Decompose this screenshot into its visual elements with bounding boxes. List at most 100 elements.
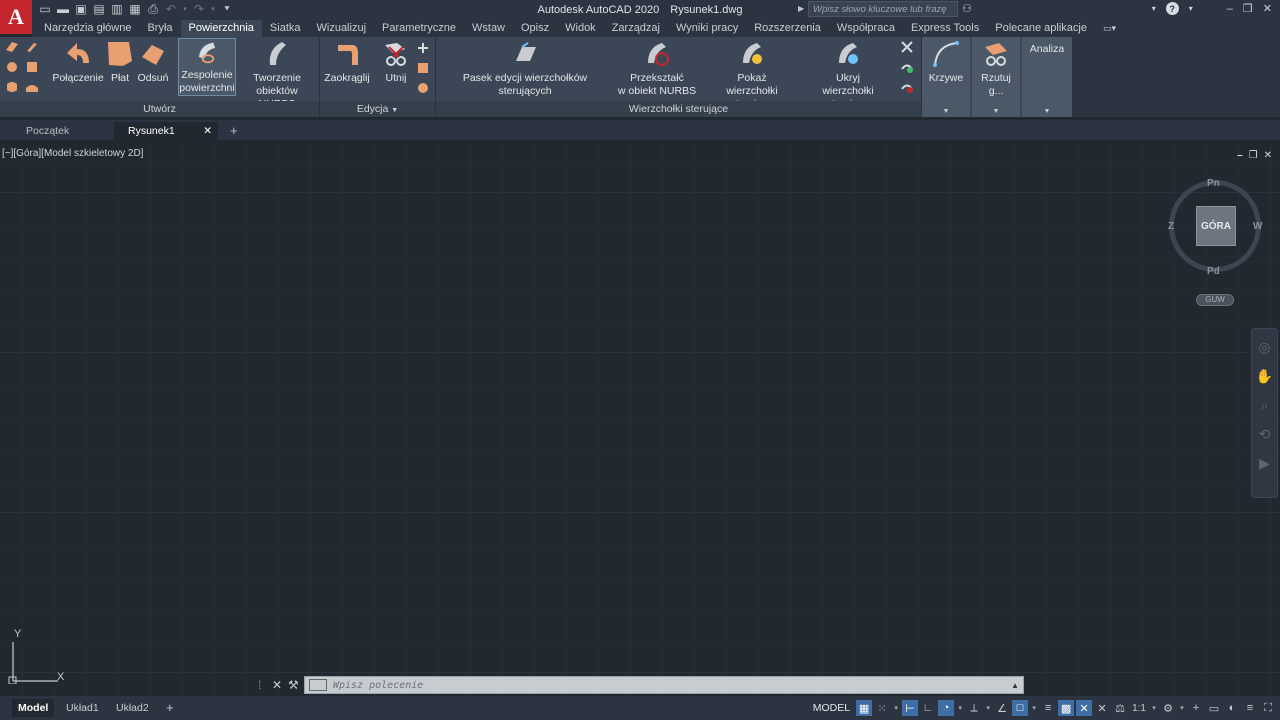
command-line-close-icon[interactable]: ✕ (272, 678, 288, 692)
tab-insert[interactable]: Wstaw (464, 20, 513, 37)
panel-create-title[interactable]: Utwórz (0, 101, 319, 117)
tab-collaborate[interactable]: Współpraca (829, 20, 903, 37)
model-space-toggle[interactable]: MODEL (813, 702, 850, 714)
analysis-label[interactable]: Analiza (1022, 43, 1072, 55)
steering-wheel-icon[interactable]: ◎ (1258, 339, 1270, 356)
viewport-controls[interactable]: [−][Góra][Model szkieletowy 2D] (2, 148, 143, 159)
user-menu-icon[interactable]: ▾ (1152, 4, 1156, 13)
loft-surface-icon[interactable] (25, 60, 39, 74)
surface-blend-button[interactable]: Zespolenie powierzchni (178, 38, 236, 96)
ortho-icon[interactable]: ∟ (920, 700, 936, 716)
convert-to-nurbs-button[interactable]: Przekształć w obiekt NURBS (616, 39, 698, 98)
tab-output[interactable]: Wyniki pracy (668, 20, 746, 37)
command-prompt-icon[interactable] (309, 679, 327, 691)
add-cv-icon[interactable] (900, 60, 914, 74)
sweep-surface-icon[interactable] (25, 80, 39, 94)
annotation-scale-value[interactable]: 1:1 (1130, 703, 1148, 714)
viewcube-top-face[interactable]: GÓRA (1196, 206, 1236, 246)
extrude-surface-icon[interactable] (5, 60, 19, 74)
open-file-icon[interactable]: ▬ (56, 2, 70, 16)
tab-annotate[interactable]: Opisz (513, 20, 557, 37)
scale-dropdown-icon[interactable]: ▾ (1150, 704, 1158, 712)
project-expand-icon[interactable]: ▼ (972, 108, 1020, 115)
tab-visualize[interactable]: Wizualizuj (309, 20, 375, 37)
undo-icon[interactable]: ↶ (164, 2, 178, 16)
snap-dropdown-icon[interactable]: ▾ (892, 704, 900, 712)
offset-button[interactable]: Odsuń (136, 39, 170, 85)
analysis-expand-icon[interactable]: ▼ (1022, 108, 1072, 115)
connection-button[interactable]: Połączenie (52, 39, 104, 85)
command-line-customize-icon[interactable]: ⚒ (288, 678, 304, 692)
plot-icon[interactable]: ⎙ (146, 2, 160, 16)
binoculars-icon[interactable]: ⚇ (962, 2, 972, 15)
clean-screen-icon[interactable]: ⛶ (1260, 700, 1276, 716)
compass-south[interactable]: Pd (1207, 266, 1220, 277)
close-window-icon[interactable]: ✕ (1263, 2, 1272, 15)
auto-scale-icon[interactable]: ✕ (1094, 700, 1110, 716)
tab-featured-apps[interactable]: Polecane aplikacje (987, 20, 1095, 37)
cv-edit-bar-button[interactable]: Pasek edycji wierzchołków sterujących (438, 39, 612, 98)
zoom-icon[interactable]: ⌕ (1261, 397, 1269, 414)
fillet-button[interactable]: Zaokrąglij (322, 39, 372, 85)
object-snap-tracking-icon[interactable]: ∠ (994, 700, 1010, 716)
redo-dropdown-icon[interactable]: ▾ (210, 2, 216, 16)
curves-expand-icon[interactable]: ▼ (922, 108, 970, 115)
viewport-minimize-icon[interactable]: – (1237, 150, 1243, 161)
new-file-icon[interactable]: ▭ (38, 2, 52, 16)
command-input[interactable]: Wpisz polecenie ▲ (304, 676, 1024, 694)
restore-icon[interactable]: ❐ (1243, 2, 1253, 15)
tab-express-tools[interactable]: Express Tools (903, 20, 987, 37)
new-tab-icon[interactable]: + (224, 122, 244, 140)
curves-button[interactable]: Krzywe (924, 39, 968, 85)
patch-button[interactable]: Płat (106, 39, 134, 85)
layout-tab-2[interactable]: Układ2 (110, 699, 155, 717)
panel-edit-title[interactable]: Edycja ▼ (320, 101, 435, 117)
planar-surface-icon[interactable] (5, 40, 19, 54)
redo-icon[interactable]: ↷ (192, 2, 206, 16)
network-surface-icon[interactable] (25, 40, 39, 54)
compass-north[interactable]: Pn (1207, 178, 1220, 189)
search-input[interactable]: Wpisz słowo kluczowe lub frazę (808, 1, 958, 17)
save-web-icon[interactable]: ▦ (128, 2, 142, 16)
sculpt-icon[interactable] (416, 81, 430, 95)
viewport-close-icon[interactable]: ✕ (1264, 150, 1272, 161)
annotation-visibility-icon[interactable]: ✕ (1076, 700, 1093, 716)
pan-icon[interactable]: ✋ (1256, 368, 1273, 385)
rebuild-icon[interactable] (900, 40, 914, 54)
untrim-icon[interactable] (416, 41, 430, 55)
compass-west[interactable]: Z (1168, 221, 1174, 232)
units-icon[interactable]: ▭ (1206, 700, 1222, 716)
layout-tab-1[interactable]: Układ1 (60, 699, 105, 717)
customize-qat-icon[interactable]: ⯆ (220, 2, 234, 16)
trim-button[interactable]: Utnij (378, 39, 414, 85)
save-icon[interactable]: ▣ (74, 2, 88, 16)
ucs-menu-button[interactable]: GUW (1196, 294, 1234, 306)
application-menu-button[interactable]: A (0, 0, 32, 34)
workspace-dropdown-icon[interactable]: ▾ (1178, 704, 1186, 712)
grid-icon[interactable]: ▦ (856, 700, 873, 716)
showmotion-icon[interactable]: ▶ (1259, 455, 1270, 472)
object-snap-icon[interactable]: □ (1012, 700, 1029, 716)
tab-mesh[interactable]: Siatka (262, 20, 309, 37)
tab-drawing[interactable]: Rysunek1 ✕ (114, 122, 218, 140)
tab-start[interactable]: Początek (12, 122, 83, 140)
isodraft-icon[interactable]: ⟂ (966, 700, 982, 716)
close-tab-icon[interactable]: ✕ (203, 122, 212, 140)
polar-tracking-icon[interactable]: ◔ (938, 700, 955, 716)
polar-dropdown-icon[interactable]: ▾ (956, 704, 964, 712)
drawing-canvas[interactable] (0, 144, 1280, 696)
annotation-monitor-icon[interactable]: + (1188, 700, 1204, 716)
dynamic-input-icon[interactable]: ⊢ (902, 700, 919, 716)
snap-icon[interactable]: ⁙ (874, 700, 890, 716)
tab-view[interactable]: Widok (557, 20, 604, 37)
tab-manage[interactable]: Zarządzaj (604, 20, 668, 37)
isodraft-dropdown-icon[interactable]: ▾ (984, 704, 992, 712)
undo-dropdown-icon[interactable]: ▾ (182, 2, 188, 16)
tab-home[interactable]: Narzędzia główne (36, 20, 139, 37)
annotation-scale-icon[interactable]: ⚖ (1112, 700, 1128, 716)
help-dropdown-icon[interactable]: ▾ (1189, 4, 1193, 13)
command-history-icon[interactable]: ▲ (1011, 681, 1019, 690)
tab-surface[interactable]: Powierzchnia (180, 20, 262, 37)
revolve-surface-icon[interactable] (5, 80, 19, 94)
isolate-objects-icon[interactable]: ◐ (1224, 700, 1240, 716)
